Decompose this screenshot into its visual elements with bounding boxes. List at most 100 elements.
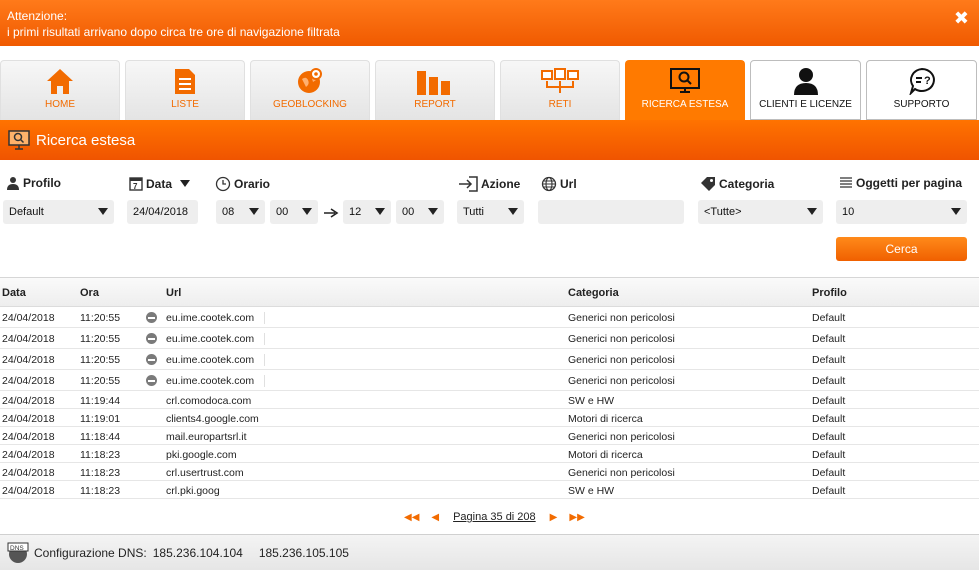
- cell-ora: 11:18:23: [80, 485, 121, 497]
- next-page-icon[interactable]: ▶: [550, 512, 558, 523]
- tab-home[interactable]: HOME: [0, 60, 120, 120]
- globe-pin-icon: [298, 68, 322, 93]
- list-lines-icon: [840, 177, 852, 188]
- close-icon[interactable]: ✖: [954, 8, 969, 29]
- profilo-select[interactable]: Default: [3, 200, 114, 224]
- cell-data: 24/04/2018: [2, 449, 55, 461]
- table-row[interactable]: 24/04/2018 11:19:01 clients4.google.com Mot…: [0, 409, 979, 427]
- list-icon: [175, 69, 195, 94]
- to-hour-select[interactable]: 12: [343, 200, 391, 224]
- tab-clienti-licenze[interactable]: CLIENTI E LICENZE: [750, 60, 861, 120]
- categoria-select[interactable]: <Tutte>: [698, 200, 823, 224]
- cell-categoria: Generici non pericolosi: [568, 312, 675, 324]
- url-input[interactable]: [538, 200, 684, 224]
- from-minute-select[interactable]: 00: [270, 200, 318, 224]
- monitor-search-icon: [8, 130, 30, 150]
- tab-label: CLIENTI E LICENZE: [759, 99, 852, 110]
- tag-icon: [701, 177, 715, 191]
- tab-reti[interactable]: RETI: [500, 60, 620, 120]
- cell-profilo: Default: [812, 354, 846, 366]
- cell-data: 24/04/2018: [2, 312, 55, 324]
- cell-categoria: Motori di ricerca: [568, 413, 643, 425]
- dns-footer: DNS Configurazione DNS: 185.236.104.104 …: [0, 534, 979, 570]
- blocked-icon: [146, 354, 157, 365]
- cell-profilo: Default: [812, 375, 846, 387]
- table-row[interactable]: 24/04/2018 11:18:23 crl.usertrust.com Gener…: [0, 463, 979, 481]
- col-header-ora[interactable]: Ora: [80, 287, 99, 299]
- cell-ora: 11:18:23: [80, 467, 121, 479]
- blocked-icon: [146, 333, 157, 344]
- tab-label: GEOBLOCKING: [273, 99, 347, 110]
- main-tabs: HOME LISTE GEOBLOCKING REPORT RETI RICER…: [0, 60, 979, 120]
- svg-text:?: ?: [924, 75, 931, 87]
- table-row[interactable]: 24/04/2018 11:19:44 crl.comodoca.com SW e H…: [0, 391, 979, 409]
- dns-icon: DNS: [7, 542, 29, 563]
- table-row[interactable]: 24/04/2018 11:18:44 mail.europartsrl.it Gen…: [0, 427, 979, 445]
- cell-categoria: Generici non pericolosi: [568, 375, 675, 387]
- filter-label-categoria: Categoria: [700, 176, 774, 192]
- filter-label-azione: Azione: [458, 176, 520, 192]
- azione-select[interactable]: Tutti: [457, 200, 524, 224]
- tab-label: RETI: [548, 99, 572, 110]
- cell-ora: 11:19:01: [80, 413, 121, 425]
- table-row[interactable]: 24/04/2018 11:20:55 eu.ime.cootek.com Gener…: [0, 370, 979, 391]
- filter-panel: Profilo Default 7 Data 24/04/2018 Orario…: [0, 160, 979, 278]
- tab-geoblocking[interactable]: GEOBLOCKING: [250, 60, 370, 120]
- last-page-icon[interactable]: ▶▶: [569, 512, 584, 523]
- speech-question-icon: ?: [908, 67, 935, 95]
- section-header: Ricerca estesa: [0, 120, 979, 160]
- table-row[interactable]: 24/04/2018 11:18:23 crl.pki.goog SW e HW Def…: [0, 481, 979, 499]
- cell-ora: 11:18:44: [80, 431, 121, 443]
- to-minute-select[interactable]: 00: [396, 200, 444, 224]
- col-header-url[interactable]: Url: [166, 287, 181, 299]
- dns-primary: 185.236.104.104: [152, 545, 243, 560]
- tab-supporto[interactable]: ? SUPPORTO: [866, 60, 977, 120]
- col-header-categoria[interactable]: Categoria: [568, 287, 619, 299]
- cell-profilo: Default: [812, 431, 846, 443]
- cell-data: 24/04/2018: [2, 395, 55, 407]
- svg-text:7: 7: [133, 182, 138, 191]
- table-row[interactable]: 24/04/2018 11:18:23 pki.google.com Motori d…: [0, 445, 979, 463]
- prev-page-icon[interactable]: ◀: [431, 512, 439, 523]
- tab-report[interactable]: REPORT: [375, 60, 495, 120]
- filter-label-url: Url: [541, 176, 577, 192]
- search-button[interactable]: Cerca: [836, 237, 967, 261]
- cell-ora: 11:20:55: [80, 354, 121, 366]
- blocked-icon: [146, 375, 157, 386]
- tab-liste[interactable]: LISTE: [125, 60, 245, 120]
- table-row[interactable]: 24/04/2018 11:20:55 eu.ime.cootek.com Gener…: [0, 328, 979, 349]
- cell-profilo: Default: [812, 395, 846, 407]
- from-hour-select[interactable]: 08: [216, 200, 265, 224]
- network-icon: [541, 68, 579, 93]
- cell-data: 24/04/2018: [2, 485, 55, 497]
- results-table: Data Ora Url Categoria Profilo 24/04/201…: [0, 278, 979, 499]
- table-header: Data Ora Url Categoria Profilo: [0, 278, 979, 307]
- home-icon: [47, 69, 73, 94]
- oggetti-select[interactable]: 10: [836, 200, 967, 224]
- cell-data: 24/04/2018: [2, 431, 55, 443]
- alert-title: Attenzione:: [7, 9, 68, 23]
- cell-data: 24/04/2018: [2, 333, 55, 345]
- table-row[interactable]: 24/04/2018 11:20:55 eu.ime.cootek.com Gener…: [0, 307, 979, 328]
- blocked-icon: [146, 312, 157, 323]
- user-icon: [793, 68, 818, 95]
- cell-url: eu.ime.cootek.com: [166, 333, 266, 345]
- cell-url: crl.comodoca.com: [166, 395, 252, 407]
- cell-categoria: Generici non pericolosi: [568, 333, 675, 345]
- tab-label: RICERCA ESTESA: [641, 99, 729, 110]
- col-header-profilo[interactable]: Profilo: [812, 287, 847, 299]
- tab-ricerca-estesa[interactable]: RICERCA ESTESA: [625, 60, 745, 120]
- cell-ora: 11:20:55: [80, 375, 121, 387]
- date-field[interactable]: 24/04/2018: [127, 200, 198, 224]
- cell-url: mail.europartsrl.it: [166, 431, 247, 443]
- table-row[interactable]: 24/04/2018 11:20:55 eu.ime.cootek.com Gener…: [0, 349, 979, 370]
- data-dropdown-icon[interactable]: [180, 180, 191, 187]
- cell-ora: 11:19:44: [80, 395, 121, 407]
- filter-label-orario: Orario: [215, 176, 270, 192]
- cell-data: 24/04/2018: [2, 354, 55, 366]
- col-header-data[interactable]: Data: [2, 287, 26, 299]
- cell-ora: 11:18:23: [80, 449, 121, 461]
- page-indicator[interactable]: Pagina 35 di 208: [453, 511, 536, 523]
- cell-url: clients4.google.com: [166, 413, 259, 425]
- first-page-icon[interactable]: ◀◀: [404, 512, 419, 523]
